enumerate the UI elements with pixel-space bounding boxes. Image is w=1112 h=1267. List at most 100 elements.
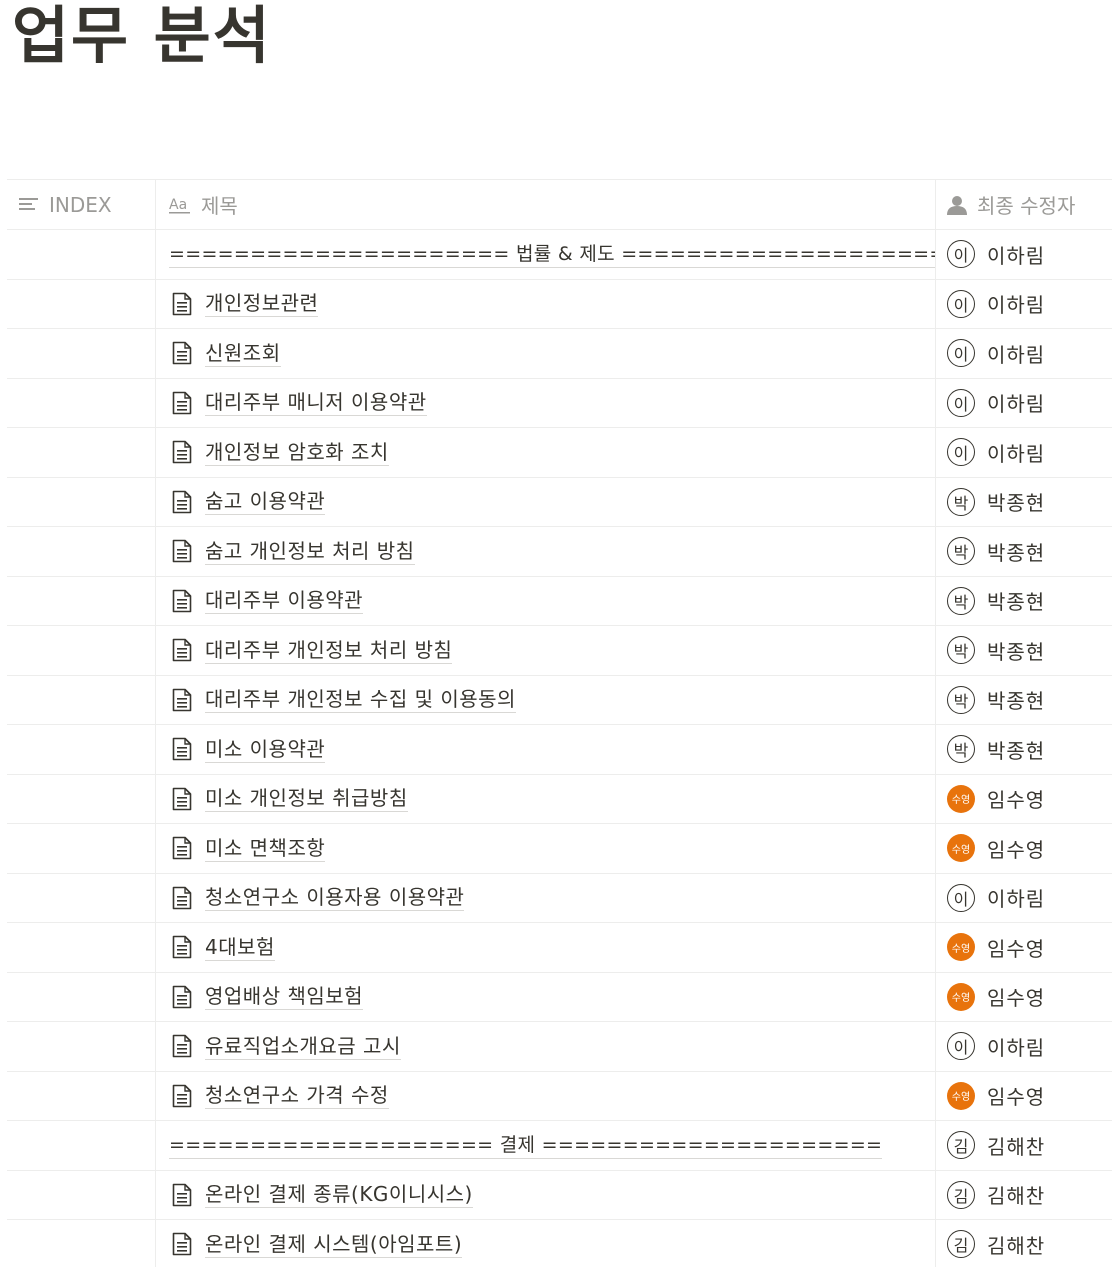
title-cell[interactable]: ==================== 결제 ================… — [156, 1121, 936, 1170]
title-cell[interactable]: 영업배상 책임보험 — [156, 972, 936, 1021]
index-cell[interactable] — [7, 527, 156, 576]
index-cell[interactable] — [7, 1022, 156, 1071]
title-cell[interactable]: ===================== 법률 & 제도 ==========… — [156, 230, 936, 279]
editor-cell: 수영 임수영 — [936, 973, 1112, 1022]
editor-name: 박종현 — [987, 540, 1046, 565]
index-cell[interactable] — [7, 725, 156, 774]
index-cell[interactable] — [7, 873, 156, 922]
page-link[interactable]: 청소연구소 가격 수정 — [205, 1082, 389, 1110]
page-link[interactable]: 온라인 결제 시스템(아임포트) — [205, 1231, 463, 1258]
page-link[interactable]: 대리주부 개인정보 수집 및 이용동의 — [205, 686, 516, 714]
title-cell[interactable]: 청소연구소 이용자용 이용약관 — [156, 873, 936, 922]
page-link[interactable]: 숨고 이용약관 — [205, 488, 326, 516]
page-link[interactable]: 4대보험 — [205, 934, 275, 961]
title-cell[interactable]: 미소 개인정보 취급방침 — [156, 774, 936, 823]
page-link[interactable]: 유료직업소개요금 고시 — [205, 1033, 401, 1060]
document-icon — [169, 488, 195, 516]
page-link[interactable]: 대리주부 개인정보 처리 방침 — [205, 637, 453, 664]
table-row[interactable]: 온라인 결제 시스템(아임포트) 김 김해찬 — [7, 1220, 1112, 1267]
page-link[interactable]: ==================== 결제 ================… — [169, 1132, 883, 1159]
table-row[interactable]: 미소 이용약관 박 박종현 — [7, 725, 1112, 775]
index-cell[interactable] — [7, 1121, 156, 1170]
editor-cell: 박 박종현 — [936, 527, 1112, 576]
column-header-title[interactable]: Aa 제목 — [156, 180, 936, 229]
page-link[interactable]: 신원조회 — [205, 340, 281, 367]
index-cell[interactable] — [7, 378, 156, 427]
editor-cell: 박 박종현 — [936, 577, 1112, 626]
table-row[interactable]: 청소연구소 이용자용 이용약관 이 이하림 — [7, 873, 1112, 923]
page-link[interactable]: 대리주부 이용약관 — [205, 587, 364, 615]
column-header-index[interactable]: INDEX — [7, 180, 156, 229]
page-link[interactable]: 미소 이용약관 — [205, 736, 326, 763]
table-row-separator[interactable]: ===================== 법률 & 제도 ==========… — [7, 230, 1112, 280]
table-row[interactable]: 대리주부 이용약관 박 박종현 — [7, 576, 1112, 626]
table-row[interactable]: 4대보험 수영 임수영 — [7, 923, 1112, 973]
editor-cell: 이 이하림 — [936, 428, 1112, 477]
index-cell[interactable] — [7, 626, 156, 675]
title-cell[interactable]: 유료직업소개요금 고시 — [156, 1022, 936, 1071]
table-row[interactable]: 신원조회 이 이하림 — [7, 329, 1112, 379]
page-link[interactable]: 미소 개인정보 취급방침 — [205, 785, 408, 813]
title-cell[interactable]: 대리주부 개인정보 수집 및 이용동의 — [156, 675, 936, 724]
title-cell[interactable]: 청소연구소 가격 수정 — [156, 1071, 936, 1120]
table-row[interactable]: 유료직업소개요금 고시 이 이하림 — [7, 1022, 1112, 1072]
index-cell[interactable] — [7, 329, 156, 378]
index-cell[interactable] — [7, 923, 156, 972]
column-header-editor[interactable]: 최종 수정자 — [936, 180, 1112, 229]
index-cell[interactable] — [7, 230, 156, 279]
table-row[interactable]: 개인정보관련 이 이하림 — [7, 279, 1112, 329]
title-cell[interactable]: 온라인 결제 시스템(아임포트) — [156, 1220, 936, 1267]
index-cell[interactable] — [7, 1170, 156, 1219]
title-cell[interactable]: 대리주부 개인정보 처리 방침 — [156, 626, 936, 675]
page-link[interactable]: 개인정보관련 — [205, 290, 319, 318]
document-icon — [169, 735, 195, 763]
title-cell[interactable]: 미소 이용약관 — [156, 725, 936, 774]
title-cell[interactable]: 대리주부 매니저 이용약관 — [156, 378, 936, 427]
index-cell[interactable] — [7, 1071, 156, 1120]
page-link[interactable]: 개인정보 암호화 조치 — [205, 439, 389, 466]
page-title: 업무 분석 — [12, 0, 272, 72]
index-cell[interactable] — [7, 576, 156, 625]
avatar: 수영 — [947, 1081, 975, 1110]
index-cell[interactable] — [7, 675, 156, 724]
table-row[interactable]: 청소연구소 가격 수정 수영 임수영 — [7, 1071, 1112, 1121]
title-cell[interactable]: 신원조회 — [156, 329, 936, 378]
index-cell[interactable] — [7, 972, 156, 1021]
title-cell[interactable]: 온라인 결제 종류(KG이니시스) — [156, 1170, 936, 1219]
index-cell[interactable] — [7, 279, 156, 328]
title-cell[interactable]: 미소 면책조항 — [156, 824, 936, 873]
title-cell[interactable]: 개인정보 암호화 조치 — [156, 428, 936, 477]
title-cell[interactable]: 개인정보관련 — [156, 279, 936, 328]
page-link[interactable]: ===================== 법률 & 제도 ==========… — [169, 241, 935, 268]
table-row[interactable]: 미소 개인정보 취급방침 수영 임수영 — [7, 774, 1112, 824]
page-link[interactable]: 숨고 개인정보 처리 방침 — [205, 538, 415, 565]
table-row[interactable]: 대리주부 매니저 이용약관 이 이하림 — [7, 378, 1112, 428]
page-link[interactable]: 영업배상 책임보험 — [205, 983, 364, 1011]
title-cell[interactable]: 숨고 이용약관 — [156, 477, 936, 526]
table-row-separator[interactable]: ==================== 결제 ================… — [7, 1121, 1112, 1171]
page-link[interactable]: 대리주부 매니저 이용약관 — [205, 389, 427, 417]
title-cell[interactable]: 4대보험 — [156, 923, 936, 972]
table-row[interactable]: 미소 면책조항 수영 임수영 — [7, 824, 1112, 874]
document-icon — [169, 537, 195, 565]
editor-name: 이하림 — [987, 243, 1046, 268]
index-cell[interactable] — [7, 774, 156, 823]
page-link[interactable]: 청소연구소 이용자용 이용약관 — [205, 884, 465, 912]
index-cell[interactable] — [7, 428, 156, 477]
table-row[interactable]: 숨고 개인정보 처리 방침 박 박종현 — [7, 527, 1112, 577]
table-row[interactable]: 숨고 이용약관 박 박종현 — [7, 477, 1112, 527]
index-cell[interactable] — [7, 824, 156, 873]
title-cell[interactable]: 대리주부 이용약관 — [156, 576, 936, 625]
document-icon — [169, 933, 195, 961]
table-row[interactable]: 대리주부 개인정보 수집 및 이용동의 박 박종현 — [7, 675, 1112, 725]
page-link[interactable]: 온라인 결제 종류(KG이니시스) — [205, 1181, 473, 1209]
avatar: 이 — [947, 883, 975, 912]
index-cell[interactable] — [7, 477, 156, 526]
table-row[interactable]: 온라인 결제 종류(KG이니시스) 김 김해찬 — [7, 1170, 1112, 1220]
index-cell[interactable] — [7, 1220, 156, 1267]
table-row[interactable]: 대리주부 개인정보 처리 방침 박 박종현 — [7, 626, 1112, 676]
table-row[interactable]: 개인정보 암호화 조치 이 이하림 — [7, 428, 1112, 478]
table-row[interactable]: 영업배상 책임보험 수영 임수영 — [7, 972, 1112, 1022]
title-cell[interactable]: 숨고 개인정보 처리 방침 — [156, 527, 936, 576]
page-link[interactable]: 미소 면책조항 — [205, 835, 326, 862]
